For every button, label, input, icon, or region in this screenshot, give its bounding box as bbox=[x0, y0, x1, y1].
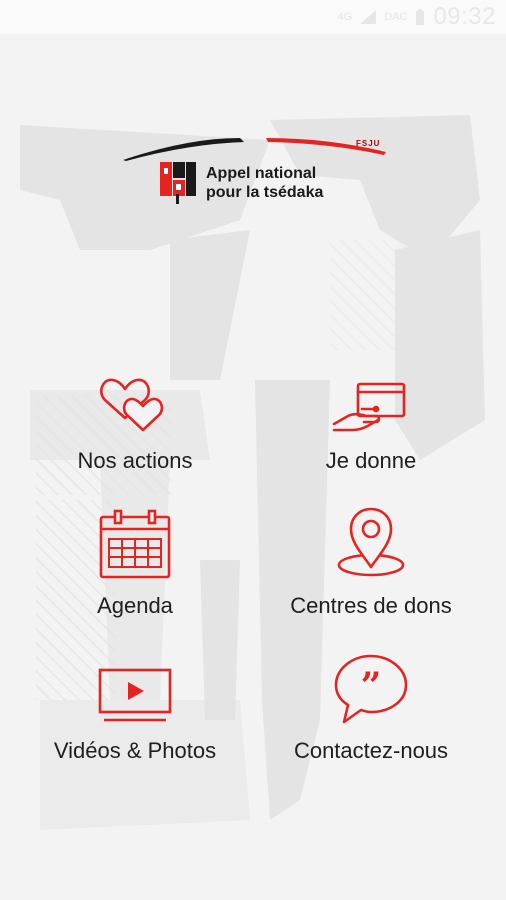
hearts-icon bbox=[97, 360, 173, 434]
menu-item-label: Je donne bbox=[325, 448, 417, 473]
signal-icon bbox=[360, 10, 377, 24]
logo-tag: FSJU bbox=[356, 139, 381, 148]
logo-title-line2: pour la tsédaka bbox=[206, 184, 324, 201]
appel-national-logo: FSJU Appel national pour la tsédaka bbox=[118, 128, 398, 218]
svg-text:”: ” bbox=[361, 665, 382, 707]
network-type: 4G bbox=[337, 11, 353, 23]
video-player-icon bbox=[98, 650, 172, 724]
menu-item-label: Contactez-nous bbox=[293, 738, 449, 763]
card-payment-icon bbox=[332, 360, 410, 434]
carrier-label: DAC bbox=[384, 11, 408, 23]
menu-item-je-donne[interactable]: Je donne bbox=[256, 360, 486, 490]
logo-title-line1: Appel national bbox=[206, 165, 317, 182]
menu-item-agenda[interactable]: Agenda bbox=[20, 505, 250, 635]
menu-item-videos-photos[interactable]: Vidéos & Photos bbox=[20, 650, 250, 780]
speech-bubble-icon: ” bbox=[334, 650, 408, 724]
menu-item-centres-de-dons[interactable]: Centres de dons bbox=[256, 505, 486, 635]
status-clock: 09:32 bbox=[433, 3, 496, 30]
battery-icon bbox=[416, 9, 425, 25]
menu-item-label: Agenda bbox=[97, 593, 173, 618]
menu-item-label: Vidéos & Photos bbox=[53, 738, 217, 763]
menu-item-label: Nos actions bbox=[77, 448, 193, 473]
calendar-icon bbox=[99, 505, 171, 579]
menu-item-nos-actions[interactable]: Nos actions bbox=[20, 360, 250, 490]
map-pin-icon bbox=[335, 505, 407, 579]
logo-title: Appel national pour la tsédaka bbox=[206, 164, 323, 202]
status-bar: 4G DAC 09:32 bbox=[0, 0, 506, 34]
menu-item-contactez-nous[interactable]: ” Contactez-nous bbox=[256, 650, 486, 780]
menu-item-label: Centres de dons bbox=[290, 593, 452, 618]
